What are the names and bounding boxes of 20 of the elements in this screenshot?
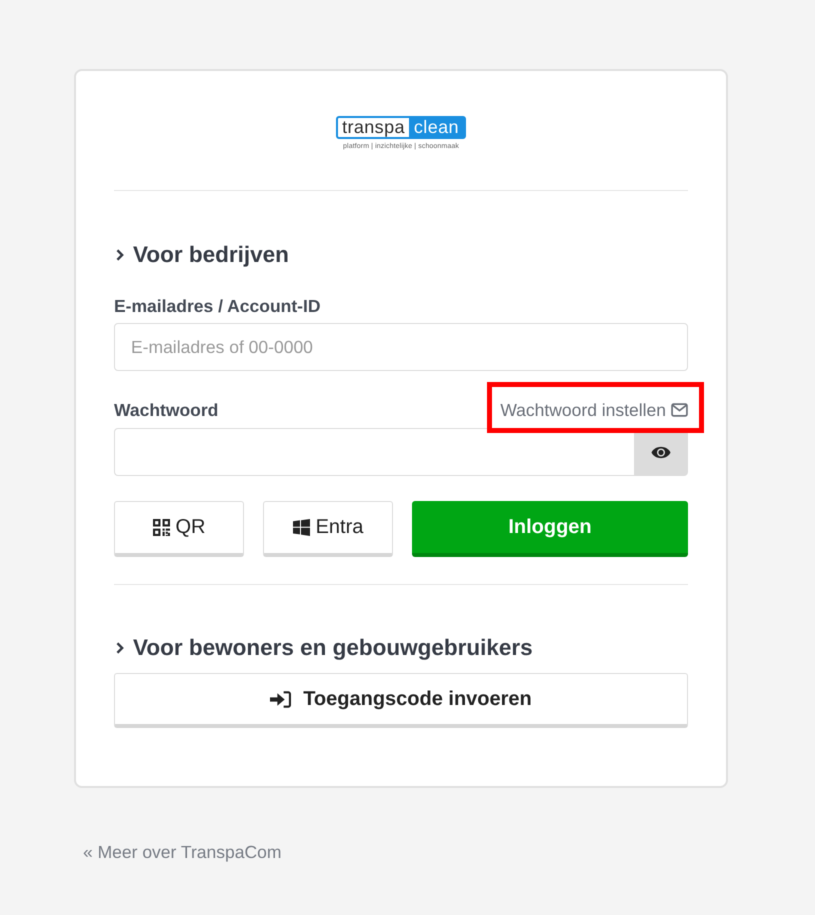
- email-field[interactable]: E-mailadres of 00-0000: [114, 323, 688, 371]
- envelope-icon: [671, 403, 688, 417]
- four-panes-icon: [292, 519, 310, 536]
- qr-login-button[interactable]: QR: [114, 501, 244, 557]
- set-password-link[interactable]: Wachtwoord instellen: [500, 400, 688, 420]
- entra-login-button[interactable]: Entra: [263, 501, 393, 557]
- access-code-button[interactable]: Toegangscode invoeren: [114, 673, 688, 728]
- field-label: Wachtwoord: [114, 400, 218, 420]
- qr-code-icon: [152, 519, 170, 536]
- more-info-link[interactable]: « Meer over TranspaCom: [83, 842, 282, 863]
- chevron-icon: [116, 642, 124, 654]
- arrow-into-bracket-icon: [270, 690, 292, 708]
- logo-word: transpa: [341, 118, 406, 137]
- password-field[interactable]: [114, 428, 634, 476]
- eye-icon: [651, 446, 671, 458]
- section-heading: Voor bewoners en gebouwgebruikers: [133, 635, 533, 661]
- logo-word-inverted: clean: [408, 118, 464, 137]
- section-heading: Voor bedrijven: [133, 242, 289, 268]
- field-label: E-mailadres / Account-ID: [114, 296, 322, 316]
- chevron-icon: [116, 249, 124, 261]
